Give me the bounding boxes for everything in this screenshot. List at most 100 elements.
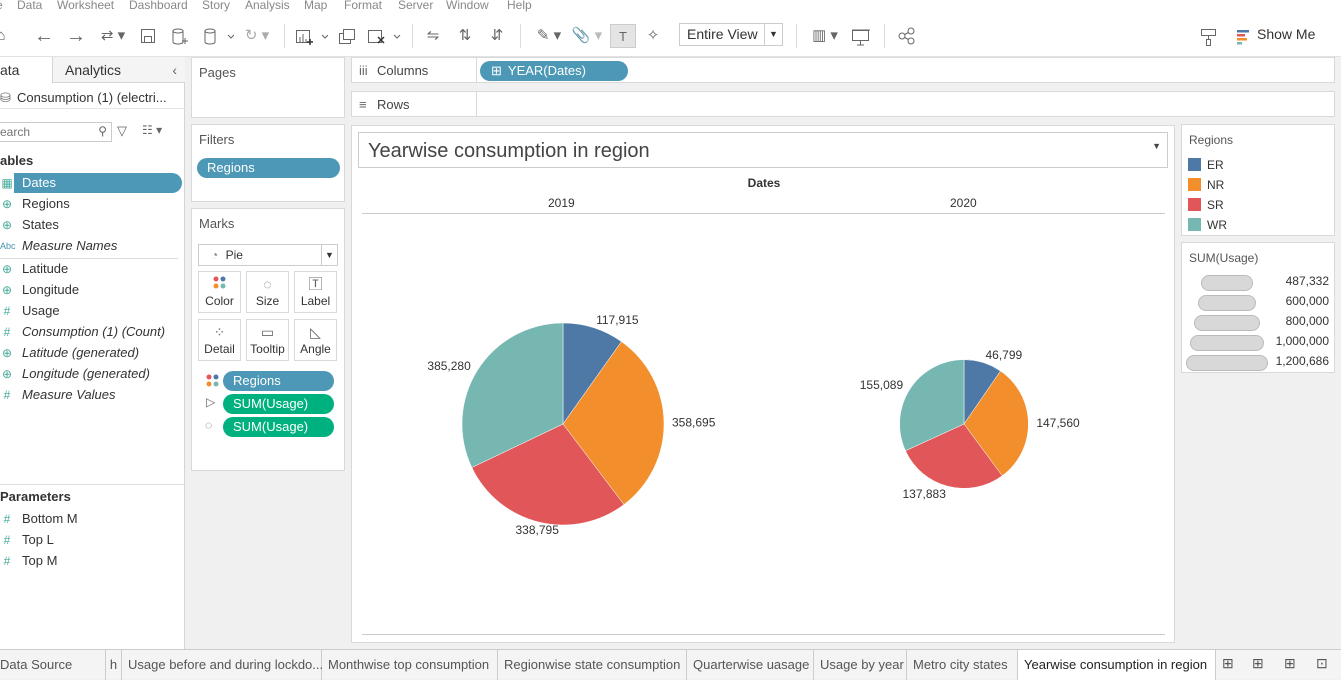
format-painter-icon[interactable]: [1198, 24, 1220, 48]
tab-yearwise-consumption-in-region[interactable]: Yearwise consumption in region: [1018, 650, 1216, 680]
tab-metro-city-states[interactable]: Metro city states: [907, 650, 1018, 680]
detail-icon: ⁘: [213, 324, 226, 340]
menu-item-file[interactable]: e: [0, 0, 3, 12]
back-icon[interactable]: ←: [34, 24, 54, 48]
tab-label: Monthwise top consumption: [328, 657, 490, 672]
column-header-dates: Dates: [747, 176, 781, 190]
view-options-icon[interactable]: ☷ ▾: [142, 123, 162, 137]
datasource-row[interactable]: ⛁ Consumption (1) (electri...: [0, 87, 185, 109]
search-input[interactable]: [0, 123, 90, 141]
new-dashboard-icon[interactable]: ⊞: [1284, 655, 1296, 672]
legend-item-wr[interactable]: WR: [1188, 215, 1227, 235]
pages-card[interactable]: Pages: [191, 57, 345, 118]
tab-analytics[interactable]: Analytics ‹: [53, 57, 185, 83]
group-members-icon[interactable]: 📎 ▾: [570, 24, 604, 48]
tab-data-source[interactable]: Data Source: [0, 650, 106, 680]
swap-rows-columns-icon[interactable]: ⇋: [422, 24, 444, 48]
filter-icon[interactable]: ▽: [117, 123, 127, 139]
field-longitude[interactable]: ⊕ Longitude: [0, 280, 182, 300]
tab-regionwise-state-consumption[interactable]: Regionwise state consumption: [498, 650, 687, 680]
fit-view-select[interactable]: Entire View ▼: [679, 23, 783, 46]
redo-icon[interactable]: ⇄ ▾: [96, 24, 130, 48]
refresh-icon[interactable]: ↻ ▾: [240, 24, 274, 48]
legend-item-sr[interactable]: SR: [1188, 195, 1224, 215]
legend-item-nr[interactable]: NR: [1188, 175, 1224, 195]
field-states[interactable]: ⊕ States: [0, 215, 182, 235]
show-me-button[interactable]: Show Me: [1257, 26, 1315, 42]
menu-item-analysis[interactable]: Analysis: [245, 0, 290, 12]
detail-button[interactable]: ⁘ Detail: [198, 319, 241, 361]
menu-item-worksheet[interactable]: Worksheet: [57, 0, 114, 12]
filters-card[interactable]: Filters Regions: [191, 124, 345, 202]
parameter-top-l[interactable]: # Top L: [0, 530, 182, 550]
show-cards-icon[interactable]: ▥ ▾: [808, 24, 842, 48]
tab-monthwise-top-consumption[interactable]: Monthwise top consumption: [322, 650, 498, 680]
angle-button[interactable]: ◺ Angle: [294, 319, 337, 361]
menu-item-story[interactable]: Story: [202, 0, 230, 12]
color-label: Color: [205, 294, 234, 308]
tab-partial[interactable]: h: [106, 650, 122, 680]
legend-item-er[interactable]: ER: [1188, 155, 1224, 175]
forward-icon[interactable]: →: [66, 24, 86, 48]
parameter-top-m[interactable]: # Top M: [0, 551, 182, 571]
fix-axes-icon[interactable]: ✧: [642, 24, 664, 48]
marks-card: Marks ◔ Pie ▼ Color ◌ Size 🅃 Label ⁘ Det…: [191, 208, 345, 471]
menu-item-data[interactable]: Data: [17, 0, 42, 12]
menu-item-server[interactable]: Server: [398, 0, 433, 12]
show-mark-labels-icon[interactable]: T: [610, 24, 636, 48]
chevron-down-icon[interactable]: ▼: [1152, 141, 1161, 151]
parameter-bottom-m[interactable]: # Bottom M: [0, 509, 182, 529]
field-longitude-generated[interactable]: ⊕ Longitude (generated): [0, 364, 182, 384]
field-consumption-1-count[interactable]: # Consumption (1) (Count): [0, 322, 182, 342]
presentation-mode-icon[interactable]: [850, 24, 872, 48]
menu-item-help[interactable]: Help: [507, 0, 532, 12]
tab-label: Metro city states: [913, 657, 1008, 672]
clear-sheet-icon[interactable]: [366, 24, 402, 48]
sort-descending-icon[interactable]: ⇵: [486, 24, 508, 48]
field-regions[interactable]: ⊕ Regions: [0, 194, 182, 214]
field-measure-values[interactable]: # Measure Values: [0, 385, 182, 405]
new-worksheet-icon[interactable]: [294, 24, 328, 48]
field-measure-names[interactable]: Abc Measure Names: [0, 236, 182, 256]
columns-pill-year-dates[interactable]: ⊞ YEAR(Dates): [480, 61, 628, 81]
field-latitude-generated[interactable]: ⊕ Latitude (generated): [0, 343, 182, 363]
field-search[interactable]: ⚲: [0, 122, 112, 142]
size-button[interactable]: ◌ Size: [246, 271, 289, 313]
menu-item-format[interactable]: Format: [344, 0, 382, 12]
columns-shelf[interactable]: iii Columns ⊞ YEAR(Dates): [351, 57, 1335, 83]
sort-ascending-icon[interactable]: ⇅: [454, 24, 476, 48]
tab-quarterwise-usage[interactable]: Quarterwise uasage: [687, 650, 814, 680]
marks-pill-angle-usage[interactable]: SUM(Usage): [223, 394, 334, 414]
show-me-icon[interactable]: [1236, 24, 1252, 48]
tab-data[interactable]: ata: [0, 57, 53, 83]
tab-usage-by-year[interactable]: Usage by year: [814, 650, 907, 680]
field-dates[interactable]: ▦ Dates: [1, 173, 182, 193]
field-latitude[interactable]: ⊕ Latitude: [0, 259, 182, 279]
tab-usage-before-during-lockdown[interactable]: Usage before and during lockdo...: [122, 650, 323, 680]
filter-pill-regions[interactable]: Regions: [197, 158, 340, 178]
highlight-icon[interactable]: ✎ ▾: [532, 24, 566, 48]
menu-item-window[interactable]: Window: [446, 0, 489, 12]
share-icon[interactable]: [896, 24, 918, 48]
save-icon[interactable]: [140, 24, 158, 48]
new-story-icon[interactable]: ⊡: [1316, 655, 1328, 672]
tooltip-button[interactable]: ▭ Tooltip: [246, 319, 289, 361]
menu-item-map[interactable]: Map: [304, 0, 327, 12]
duplicate-icon[interactable]: [336, 24, 358, 48]
label-button[interactable]: 🅃 Label: [294, 271, 337, 313]
home-icon[interactable]: ⌂: [0, 24, 8, 48]
new-datasource-icon[interactable]: [170, 24, 190, 48]
swatch: [1188, 198, 1201, 211]
mark-type-select[interactable]: ◔ Pie ▼: [198, 244, 338, 266]
menu-item-dashboard[interactable]: Dashboard: [129, 0, 188, 12]
marks-pill-regions[interactable]: Regions: [223, 371, 334, 391]
rows-shelf[interactable]: ≡ Rows: [351, 91, 1335, 117]
collapse-icon[interactable]: ‹: [172, 57, 177, 83]
field-usage[interactable]: # Usage: [0, 301, 182, 321]
color-button[interactable]: Color: [198, 271, 241, 313]
sheet-sorter-icon[interactable]: ⊞: [1222, 655, 1234, 672]
viz-title-box[interactable]: Yearwise consumption in region ▼: [358, 132, 1168, 168]
new-worksheet-tab-icon[interactable]: ⊞: [1252, 655, 1264, 672]
pause-update-icon[interactable]: [202, 24, 236, 48]
marks-pill-size-usage[interactable]: SUM(Usage): [223, 417, 334, 437]
